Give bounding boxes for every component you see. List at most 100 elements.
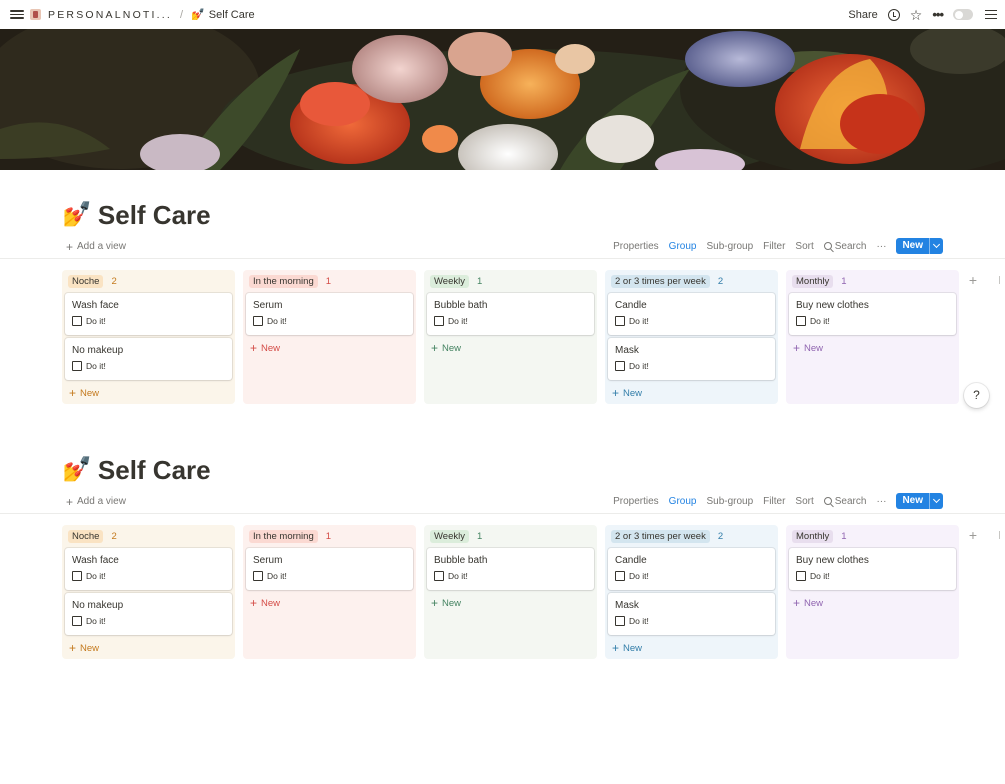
add-card-button[interactable]: + New — [65, 386, 232, 400]
board-card[interactable]: Buy new clothes Do it! — [789, 548, 956, 590]
search-button[interactable]: Search — [823, 496, 866, 507]
board-card[interactable]: Serum Do it! — [246, 293, 413, 335]
checkbox[interactable] — [796, 316, 806, 326]
board-card[interactable]: Candle Do it! — [608, 293, 775, 335]
checkbox[interactable] — [434, 316, 444, 326]
new-label: New — [804, 342, 824, 354]
share-button[interactable]: Share — [848, 9, 877, 21]
filter-button[interactable]: Filter — [763, 496, 785, 507]
checkbox[interactable] — [615, 616, 625, 626]
menu-icon[interactable] — [10, 8, 24, 22]
search-button[interactable]: Search — [823, 241, 866, 252]
card-title: Mask — [615, 345, 639, 356]
plus-icon: + — [793, 596, 801, 610]
star-icon[interactable]: ☆ — [910, 8, 923, 22]
board-card[interactable]: Mask Do it! — [608, 593, 775, 635]
breadcrumb-page[interactable]: Self Care — [209, 9, 255, 21]
column-tag[interactable]: Monthly — [792, 274, 834, 288]
help-button[interactable]: ? — [964, 383, 989, 408]
add-card-button[interactable]: + New — [246, 596, 413, 610]
checkbox[interactable] — [615, 361, 625, 371]
floral-cover-art — [0, 29, 1005, 170]
add-card-button[interactable]: + New — [789, 596, 956, 610]
history-icon[interactable] — [887, 8, 900, 21]
checkbox[interactable] — [253, 316, 263, 326]
subgroup-button[interactable]: Sub-group — [706, 241, 753, 252]
search-icon — [823, 497, 832, 505]
sidebar-menu-icon[interactable] — [985, 9, 997, 21]
checkbox[interactable] — [72, 361, 82, 371]
page-title[interactable]: Self Care — [98, 455, 211, 485]
group-button[interactable]: Group — [669, 241, 697, 252]
checkbox[interactable] — [72, 316, 82, 326]
checkbox-label: Do it! — [629, 616, 649, 626]
checkbox[interactable] — [615, 571, 625, 581]
board-card[interactable]: Bubble bath Do it! — [427, 293, 594, 335]
checkbox-label: Do it! — [448, 571, 468, 581]
add-card-button[interactable]: + New — [427, 596, 594, 610]
board-column-weekly: Weekly 1 Bubble bath Do it! + New — [424, 525, 597, 659]
checkbox[interactable] — [253, 571, 263, 581]
add-card-button[interactable]: + New — [65, 641, 232, 655]
more-options-icon[interactable]: ··· — [876, 496, 886, 507]
group-button[interactable]: Group — [669, 496, 697, 507]
board-card[interactable]: No makeup Do it! — [65, 593, 232, 635]
column-count: 1 — [325, 275, 332, 287]
column-tag[interactable]: In the morning — [249, 529, 318, 543]
plus-icon: + — [612, 641, 620, 655]
column-tag[interactable]: In the morning — [249, 274, 318, 288]
checkbox-label: Do it! — [629, 316, 649, 326]
column-tag[interactable]: Monthly — [792, 529, 834, 543]
new-button[interactable]: New — [896, 493, 943, 509]
column-tag[interactable]: 2 or 3 times per week — [611, 274, 710, 288]
add-card-button[interactable]: + New — [608, 386, 775, 400]
page-title[interactable]: Self Care — [98, 200, 211, 230]
checkbox-label: Do it! — [267, 571, 287, 581]
board-card[interactable]: Mask Do it! — [608, 338, 775, 380]
column-tag[interactable]: Weekly — [430, 274, 469, 288]
add-view-button[interactable]: + Add a view — [66, 496, 126, 508]
breadcrumb-workspace[interactable]: PERSONALNOTI... — [48, 9, 172, 21]
column-tag[interactable]: Noche — [68, 274, 104, 288]
chevron-down-icon[interactable] — [929, 493, 943, 509]
chevron-down-icon[interactable] — [929, 238, 943, 254]
new-button[interactable]: New — [896, 238, 943, 254]
board-card[interactable]: Bubble bath Do it! — [427, 548, 594, 590]
subgroup-button[interactable]: Sub-group — [706, 496, 753, 507]
breadcrumb: PERSONALNOTI... / 💅 Self Care — [30, 8, 255, 21]
board-card[interactable]: Buy new clothes Do it! — [789, 293, 956, 335]
board-card[interactable]: Candle Do it! — [608, 548, 775, 590]
filter-button[interactable]: Filter — [763, 241, 785, 252]
column-tag[interactable]: Noche — [68, 529, 104, 543]
add-card-button[interactable]: + New — [246, 341, 413, 355]
sort-button[interactable]: Sort — [795, 241, 813, 252]
board-card[interactable]: Wash face Do it! — [65, 548, 232, 590]
column-tag[interactable]: Weekly — [430, 529, 469, 543]
view-toolbar: + Add a view Properties Group Sub-group … — [0, 491, 1005, 514]
checkbox[interactable] — [434, 571, 444, 581]
properties-button[interactable]: Properties — [613, 496, 659, 507]
plus-icon: + — [250, 341, 258, 355]
cover-image[interactable] — [0, 29, 1005, 170]
checkbox[interactable] — [72, 616, 82, 626]
checkbox[interactable] — [796, 571, 806, 581]
add-card-button[interactable]: + New — [427, 341, 594, 355]
column-tag[interactable]: 2 or 3 times per week — [611, 529, 710, 543]
board-card[interactable]: Serum Do it! — [246, 548, 413, 590]
checkbox[interactable] — [615, 316, 625, 326]
board-card[interactable]: No makeup Do it! — [65, 338, 232, 380]
add-card-button[interactable]: + New — [608, 641, 775, 655]
add-group-button[interactable]: + — [964, 527, 982, 545]
board-card[interactable]: Wash face Do it! — [65, 293, 232, 335]
add-view-button[interactable]: + Add a view — [66, 241, 126, 253]
properties-button[interactable]: Properties — [613, 241, 659, 252]
more-options-icon[interactable]: ··· — [876, 241, 886, 252]
add-group-button[interactable]: + — [964, 272, 982, 290]
add-card-button[interactable]: + New — [789, 341, 956, 355]
checkbox[interactable] — [72, 571, 82, 581]
more-icon[interactable]: ••• — [932, 7, 944, 22]
checkbox-label: Do it! — [86, 616, 106, 626]
sort-button[interactable]: Sort — [795, 496, 813, 507]
toggle-switch[interactable] — [953, 9, 973, 20]
board-column-monthly: Monthly 1 Buy new clothes Do it! + New — [786, 270, 959, 404]
